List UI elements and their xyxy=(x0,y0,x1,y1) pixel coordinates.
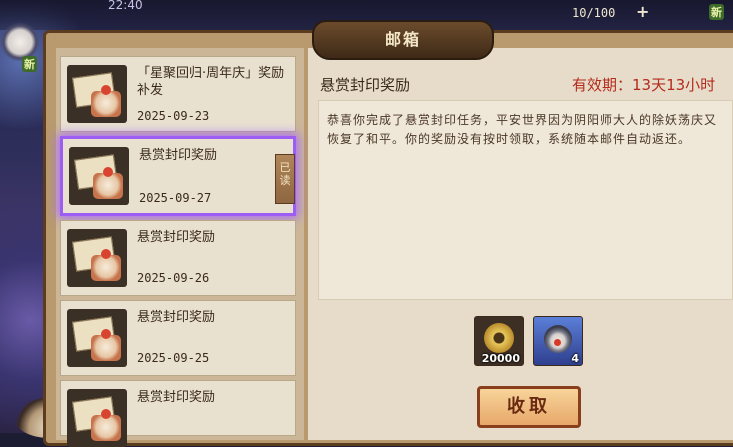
window-title: 邮箱 xyxy=(312,20,494,60)
add-capacity-button[interactable]: + xyxy=(636,2,649,21)
mail-item-title: 悬赏封印奖励 xyxy=(139,148,218,163)
status-time: 22:40 xyxy=(108,0,143,12)
detail-title: 悬赏封印奖励 xyxy=(320,76,411,94)
mail-item-date: 2025-09-23 xyxy=(137,109,210,123)
mail-item-2-selected[interactable]: 悬赏封印奖励 2025-09-27 已读 xyxy=(60,136,296,216)
mail-item-5[interactable]: 悬赏封印奖励 xyxy=(60,380,296,447)
gold-coin-icon xyxy=(484,323,514,353)
mail-package-icon xyxy=(69,147,129,205)
shikigami-eye xyxy=(554,339,561,346)
new-badge-right: 新 xyxy=(709,4,724,20)
mail-body-text: 恭喜你完成了悬赏封印任务，平安世界因为阴阳师大人的除妖荡庆又恢复了和平。你的奖励… xyxy=(327,113,718,146)
capacity-count: 10/100 xyxy=(572,6,616,20)
reward-shikigami[interactable]: 4 xyxy=(533,316,583,366)
mail-item-title: 悬赏封印奖励 xyxy=(137,310,216,325)
mail-package-icon xyxy=(67,229,127,287)
mail-item-title: 悬赏封印奖励 xyxy=(137,230,216,245)
expiry-text: 有效期：13天13小时 xyxy=(572,76,716,94)
reward-quantity: 20000 xyxy=(481,352,520,365)
mail-item-title: 悬赏封印奖励 xyxy=(137,390,216,405)
mail-item-date: 2025-09-26 xyxy=(137,271,210,285)
read-tag: 已读 xyxy=(275,154,295,204)
mail-item-title: 「星聚回归·周年庆」奖励补发 xyxy=(137,66,285,98)
mail-item-3[interactable]: 悬赏封印奖励 2025-09-26 xyxy=(60,220,296,296)
mail-package-icon xyxy=(67,389,127,447)
reward-gold-coin[interactable]: 20000 xyxy=(474,316,524,366)
mail-item-date: 2025-09-25 xyxy=(137,351,210,365)
new-badge-left: 新 xyxy=(22,56,37,72)
mail-body: 恭喜你完成了悬赏封印任务，平安世界因为阴阳师大人的除妖荡庆又恢复了和平。你的奖励… xyxy=(318,100,733,300)
reward-quantity: 4 xyxy=(571,352,579,365)
mail-item-date: 2025-09-27 xyxy=(139,191,212,205)
mail-item-1[interactable]: 「星聚回归·周年庆」奖励补发 2025-09-23 xyxy=(60,56,296,132)
mail-package-icon xyxy=(67,65,127,123)
mail-item-4[interactable]: 悬赏封印奖励 2025-09-25 xyxy=(60,300,296,376)
mail-package-icon xyxy=(67,309,127,367)
claim-button[interactable]: 收取 xyxy=(477,386,581,428)
